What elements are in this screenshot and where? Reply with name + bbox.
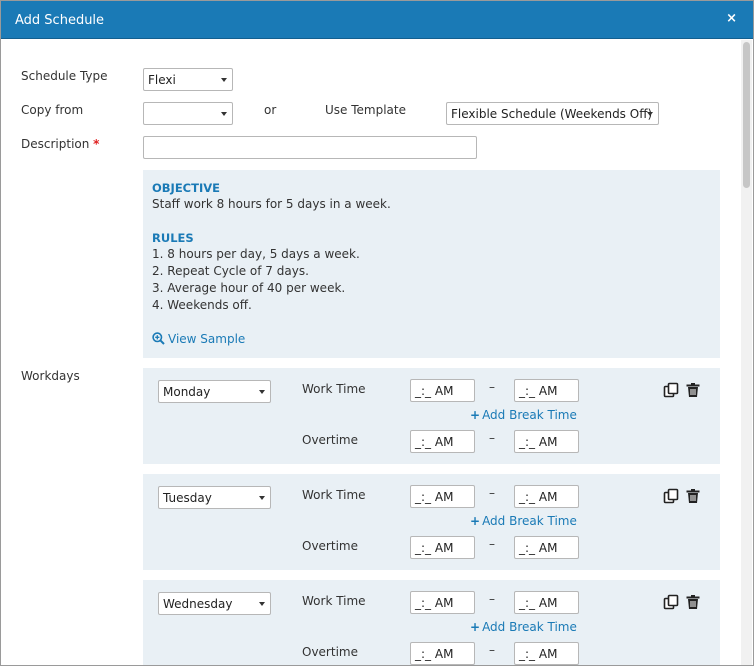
overtime-end-input[interactable]: _:_ AM (514, 536, 579, 559)
copy-from-select[interactable] (143, 102, 233, 125)
workday-row-tuesday: Tuesday Work Time _:_ AM – _:_ AM + Add B… (143, 474, 720, 570)
work-end-time-input[interactable]: _:_ AM (514, 591, 579, 614)
template-info-panel: OBJECTIVE Staff work 8 hours for 5 days … (143, 170, 720, 358)
rule-item: 2. Repeat Cycle of 7 days. (152, 264, 309, 278)
use-template-value: Flexible Schedule (Weekends Off) (451, 107, 653, 121)
work-start-time-input[interactable]: _:_ AM (410, 485, 475, 508)
trash-icon[interactable] (685, 382, 701, 398)
close-icon[interactable]: × (726, 11, 737, 26)
schedule-type-value: Flexi (148, 73, 176, 87)
range-separator: – (489, 380, 495, 394)
work-time-label: Work Time (302, 594, 366, 608)
work-time-label: Work Time (302, 382, 366, 396)
trash-icon[interactable] (685, 594, 701, 610)
use-template-label: Use Template (325, 103, 406, 117)
description-label-text: Description (21, 137, 90, 151)
overtime-start-input[interactable]: _:_ AM (410, 642, 475, 665)
work-end-time-input[interactable]: _:_ AM (514, 485, 579, 508)
description-input[interactable] (143, 136, 477, 159)
scrollbar-thumb[interactable] (743, 42, 750, 188)
range-separator: – (489, 643, 495, 657)
overtime-label: Overtime (302, 433, 358, 447)
range-separator: – (489, 537, 495, 551)
chevron-down-icon (259, 602, 265, 606)
add-schedule-dialog: Add Schedule × Schedule Type Flexi Copy … (0, 0, 754, 666)
range-separator: – (489, 431, 495, 445)
add-break-time-link[interactable]: + Add Break Time (470, 514, 577, 528)
add-break-label: Add Break Time (482, 408, 577, 422)
description-label: Description * (21, 137, 99, 151)
copy-icon[interactable] (663, 488, 679, 504)
objective-text: Staff work 8 hours for 5 days in a week. (152, 197, 391, 211)
zoom-in-icon (152, 332, 165, 345)
range-separator: – (489, 592, 495, 606)
chevron-down-icon (259, 496, 265, 500)
rules-heading: RULES (152, 231, 194, 245)
copy-from-label: Copy from (21, 103, 84, 117)
overtime-start-input[interactable]: _:_ AM (410, 430, 475, 453)
chevron-down-icon (259, 390, 265, 394)
trash-icon[interactable] (685, 488, 701, 504)
add-break-time-link[interactable]: + Add Break Time (470, 620, 577, 634)
day-select[interactable]: Wednesday (158, 592, 271, 615)
copy-icon[interactable] (663, 382, 679, 398)
or-label: or (264, 103, 277, 117)
objective-heading: OBJECTIVE (152, 181, 220, 195)
add-break-label: Add Break Time (482, 620, 577, 634)
dialog-title: Add Schedule (15, 13, 105, 28)
work-start-time-input[interactable]: _:_ AM (410, 379, 475, 402)
day-select-value: Wednesday (163, 597, 233, 611)
workday-row-monday: Monday Work Time _:_ AM – _:_ AM + Add Br… (143, 368, 720, 464)
work-end-time-input[interactable]: _:_ AM (514, 379, 579, 402)
dialog-header: Add Schedule × (1, 1, 753, 39)
rule-item: 3. Average hour of 40 per week. (152, 281, 346, 295)
day-select-value: Monday (163, 385, 211, 399)
view-sample-link[interactable]: View Sample (152, 332, 245, 346)
schedule-type-select[interactable]: Flexi (143, 68, 233, 91)
overtime-end-input[interactable]: _:_ AM (514, 430, 579, 453)
chevron-down-icon (221, 78, 227, 82)
day-select[interactable]: Monday (158, 380, 271, 403)
plus-icon: + (470, 408, 481, 422)
workdays-label: Workdays (21, 369, 80, 383)
rule-item: 4. Weekends off. (152, 298, 252, 312)
workday-row-wednesday: Wednesday Work Time _:_ AM – _:_ AM + Add… (143, 580, 720, 665)
overtime-label: Overtime (302, 645, 358, 659)
add-break-label: Add Break Time (482, 514, 577, 528)
plus-icon: + (470, 620, 481, 634)
day-select-value: Tuesday (163, 491, 212, 505)
work-start-time-input[interactable]: _:_ AM (410, 591, 475, 614)
range-separator: – (489, 486, 495, 500)
day-select[interactable]: Tuesday (158, 486, 271, 509)
chevron-down-icon (647, 112, 653, 116)
chevron-down-icon (221, 112, 227, 116)
plus-icon: + (470, 514, 481, 528)
work-time-label: Work Time (302, 488, 366, 502)
copy-icon[interactable] (663, 594, 679, 610)
required-mark: * (93, 137, 100, 151)
schedule-type-label: Schedule Type (21, 69, 108, 83)
vertical-scrollbar[interactable] (741, 40, 752, 665)
view-sample-label: View Sample (168, 332, 246, 346)
add-break-time-link[interactable]: + Add Break Time (470, 408, 577, 422)
rule-item: 1. 8 hours per day, 5 days a week. (152, 247, 360, 261)
use-template-select[interactable]: Flexible Schedule (Weekends Off) (446, 102, 659, 125)
overtime-start-input[interactable]: _:_ AM (410, 536, 475, 559)
overtime-end-input[interactable]: _:_ AM (514, 642, 579, 665)
overtime-label: Overtime (302, 539, 358, 553)
